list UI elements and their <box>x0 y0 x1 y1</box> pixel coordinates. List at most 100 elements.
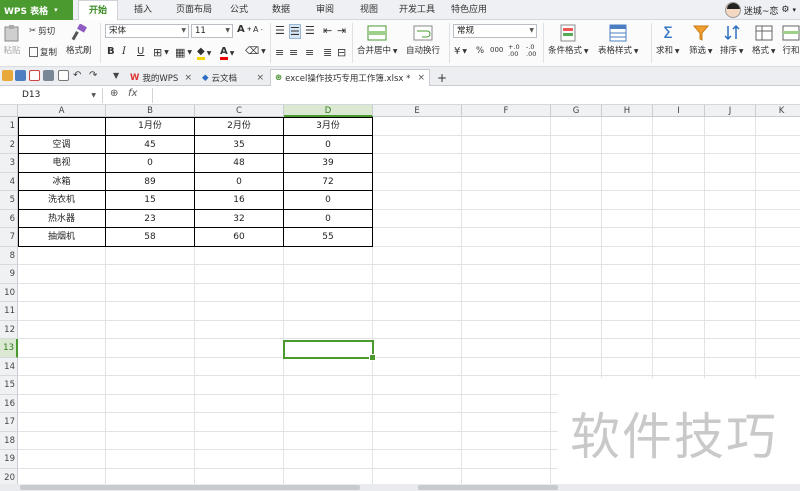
row-header-6[interactable]: 6 <box>0 209 18 228</box>
cell-f5[interactable] <box>462 191 551 210</box>
row-header-19[interactable]: 19 <box>0 450 18 469</box>
cell-d3[interactable]: 39 <box>284 154 373 173</box>
cell-j1[interactable] <box>705 117 756 136</box>
column-header-a[interactable]: A <box>18 105 106 117</box>
cell-b5[interactable]: 15 <box>106 191 195 210</box>
user-area[interactable]: 迷城~恋 ⚙ ▾ <box>724 0 800 20</box>
cell-i5[interactable] <box>653 191 705 210</box>
cell-f7[interactable] <box>462 228 551 247</box>
cell-k9[interactable] <box>756 265 800 284</box>
cell-e17[interactable] <box>373 413 462 432</box>
cell-g12[interactable] <box>551 320 602 339</box>
cell-b1[interactable]: 1月份 <box>106 117 195 136</box>
cell-i10[interactable] <box>653 283 705 302</box>
cell-d7[interactable]: 55 <box>284 228 373 247</box>
cell-a13[interactable] <box>18 339 106 358</box>
cell-j2[interactable] <box>705 135 756 154</box>
cell-h7[interactable] <box>602 228 653 247</box>
cell-d5[interactable]: 0 <box>284 191 373 210</box>
font-grow-button[interactable]: A + <box>237 24 252 35</box>
menu-tab-review[interactable]: 审阅 <box>310 0 340 20</box>
cell-i14[interactable] <box>653 357 705 376</box>
borders-button[interactable]: ⊞ ▼ <box>153 46 169 59</box>
cell-e6[interactable] <box>373 209 462 228</box>
cell-c11[interactable] <box>195 302 284 321</box>
cell-k14[interactable] <box>756 358 800 376</box>
row-header-1[interactable]: 1 <box>0 117 18 136</box>
export-pdf-icon[interactable] <box>29 70 40 81</box>
cell-j5[interactable] <box>705 191 756 210</box>
cell-h3[interactable] <box>602 154 653 173</box>
cell-h12[interactable] <box>602 320 653 339</box>
cell-j9[interactable] <box>705 265 756 284</box>
cell-j6[interactable] <box>705 209 756 228</box>
cell-f18[interactable] <box>462 431 551 450</box>
align-center-button[interactable]: ≡ <box>289 46 298 59</box>
indent-right-button[interactable]: ⇥ <box>337 24 346 37</box>
cell-j14[interactable] <box>705 357 756 376</box>
cell-f19[interactable] <box>462 450 551 469</box>
cell-f9[interactable] <box>462 265 551 284</box>
cell-c5[interactable]: 16 <box>195 191 284 210</box>
align-right-button[interactable]: ≡ <box>305 46 314 59</box>
undo-icon[interactable]: ↶ <box>73 70 84 81</box>
cell-e3[interactable] <box>373 154 462 173</box>
cell-c7[interactable]: 60 <box>195 228 284 247</box>
format-painter-button[interactable]: 格式刷 <box>66 24 92 56</box>
font-name-select[interactable]: 宋体 ▼ <box>105 24 189 38</box>
increase-decimal-button[interactable]: +.0 .00 <box>508 44 522 58</box>
cell-f2[interactable] <box>462 135 551 154</box>
cell-a12[interactable] <box>18 320 106 339</box>
cell-b19[interactable] <box>106 450 195 469</box>
row-header-13[interactable]: 13 <box>0 339 18 358</box>
cell-j12[interactable] <box>705 320 756 339</box>
cell-g5[interactable] <box>551 191 602 210</box>
cell-c17[interactable] <box>195 413 284 432</box>
cell-d6[interactable]: 0 <box>284 209 373 228</box>
cell-g4[interactable] <box>551 172 602 191</box>
menu-tab-view[interactable]: 视图 <box>354 0 384 20</box>
cell-b16[interactable] <box>106 394 195 413</box>
cell-k13[interactable] <box>756 339 800 358</box>
cell-a10[interactable] <box>18 283 106 302</box>
menu-tab-developer[interactable]: 开发工具 <box>394 0 440 20</box>
number-format-select[interactable]: 常规 ▼ <box>453 24 537 38</box>
cell-g7[interactable] <box>551 228 602 247</box>
column-header-h[interactable]: H <box>602 105 653 117</box>
row-header-11[interactable]: 11 <box>0 302 18 321</box>
cell-e9[interactable] <box>373 265 462 284</box>
cell-k2[interactable] <box>756 136 800 154</box>
cell-d14[interactable] <box>284 357 373 376</box>
row-header-10[interactable]: 10 <box>0 283 18 302</box>
cell-c15[interactable] <box>195 376 284 395</box>
menu-tab-insert[interactable]: 插入 <box>124 0 162 20</box>
cell-k4[interactable] <box>756 173 800 191</box>
cell-d19[interactable] <box>284 450 373 469</box>
cell-b6[interactable]: 23 <box>106 209 195 228</box>
cell-b3[interactable]: 0 <box>106 154 195 173</box>
row-header-5[interactable]: 5 <box>0 191 18 210</box>
row-header-17[interactable]: 17 <box>0 413 18 432</box>
cell-d16[interactable] <box>284 394 373 413</box>
row-header-4[interactable]: 4 <box>0 172 18 191</box>
scrollbar-thumb[interactable] <box>418 485 558 490</box>
cell-e8[interactable] <box>373 246 462 265</box>
cell-e19[interactable] <box>373 450 462 469</box>
cell-a18[interactable] <box>18 431 106 450</box>
cell-d8[interactable] <box>284 246 373 265</box>
save-icon[interactable] <box>15 70 26 81</box>
align-middle-button[interactable]: ☰ <box>289 24 301 39</box>
align-top-button[interactable]: ☰ <box>275 24 285 37</box>
row-header-15[interactable]: 15 <box>0 376 18 395</box>
cell-g13[interactable] <box>551 339 602 358</box>
merge-center-button[interactable]: 合并居中 ▼ <box>357 24 398 56</box>
cell-d11[interactable] <box>284 302 373 321</box>
copy-button[interactable]: 复制 <box>29 46 57 58</box>
cell-c9[interactable] <box>195 265 284 284</box>
column-header-e[interactable]: E <box>373 105 462 117</box>
cell-g11[interactable] <box>551 302 602 321</box>
cell-b18[interactable] <box>106 431 195 450</box>
cut-button[interactable]: ✂ 剪切 <box>29 25 55 37</box>
cell-k10[interactable] <box>756 284 800 302</box>
cell-h2[interactable] <box>602 135 653 154</box>
